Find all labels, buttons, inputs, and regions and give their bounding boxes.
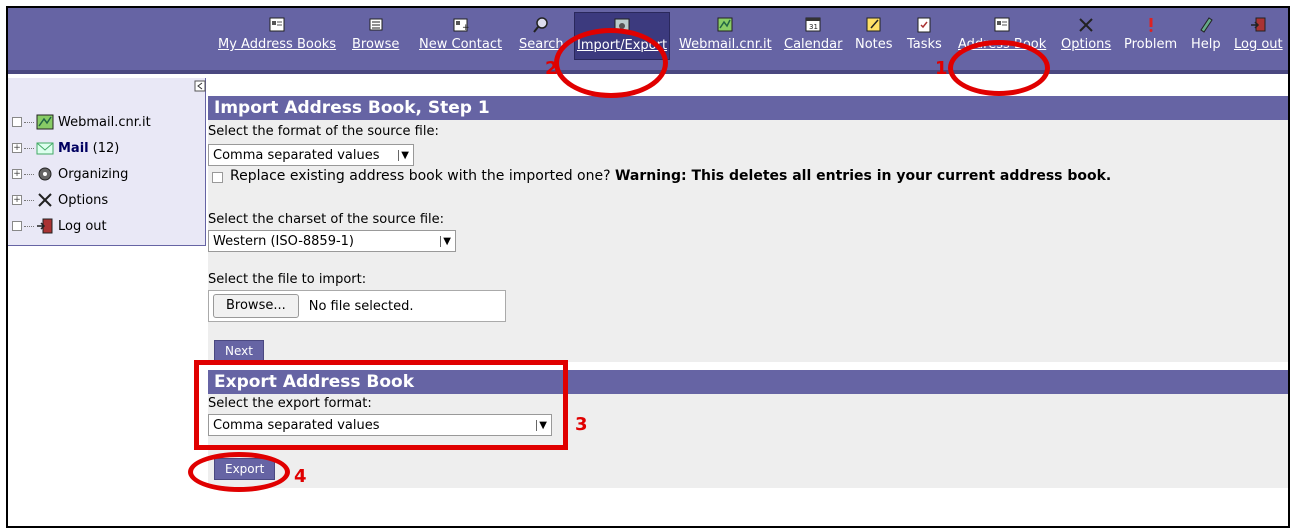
toolbar-help[interactable]: Help bbox=[1191, 16, 1221, 52]
sidebar-item-label: Webmail.cnr.it bbox=[58, 114, 151, 130]
collapse-sidebar-icon[interactable] bbox=[194, 80, 206, 92]
tree-expander[interactable]: + bbox=[12, 143, 22, 153]
tree-expander[interactable]: + bbox=[12, 169, 22, 179]
charset-label: Select the charset of the source file: bbox=[208, 212, 445, 227]
annotation-number-3: 3 bbox=[575, 414, 588, 435]
browse-icon bbox=[369, 18, 383, 31]
browse-button[interactable]: Browse... bbox=[213, 294, 299, 318]
search-icon bbox=[533, 17, 549, 33]
new-contact-icon: + bbox=[453, 18, 470, 33]
annotation-ellipse-export-button bbox=[188, 452, 290, 492]
annotation-number-1: 1 bbox=[935, 58, 948, 79]
import-title: Import Address Book, Step 1 bbox=[208, 96, 1288, 120]
toolbar-options[interactable]: Options bbox=[1061, 16, 1111, 52]
file-label: Select the file to import: bbox=[208, 272, 367, 287]
webmail-icon bbox=[36, 114, 54, 130]
dropdown-arrow-icon: ▼ bbox=[440, 235, 451, 247]
svg-text:+: + bbox=[462, 23, 470, 33]
tree-expander bbox=[12, 221, 22, 231]
toolbar-label: Notes bbox=[855, 37, 893, 52]
problem-icon bbox=[1149, 18, 1153, 32]
import-section: Import Address Book, Step 1 Select the f… bbox=[208, 96, 1288, 362]
toolbar-notes[interactable]: Notes bbox=[855, 16, 893, 52]
toolbar-label: Log out bbox=[1234, 37, 1283, 52]
toolbar-search[interactable]: Search bbox=[519, 16, 564, 52]
replace-warning: Warning: This deletes all entries in you… bbox=[614, 168, 1112, 184]
sidebar-item-log-out[interactable]: Log out bbox=[12, 216, 107, 236]
select-value: Western (ISO-8859-1) bbox=[213, 233, 355, 249]
replace-checkbox[interactable] bbox=[212, 172, 223, 183]
toolbar-tasks[interactable]: Tasks bbox=[907, 16, 942, 52]
format-label: Select the format of the source file: bbox=[208, 124, 439, 139]
toolbar-label: Help bbox=[1191, 37, 1221, 52]
options-icon bbox=[1079, 18, 1093, 32]
toolbar-problem[interactable]: Problem bbox=[1124, 16, 1177, 52]
toolbar-new-contact[interactable]: + New Contact bbox=[419, 16, 502, 52]
sidebar-item-mail[interactable]: + Mail (12) bbox=[12, 138, 119, 158]
svg-text:31: 31 bbox=[809, 23, 818, 31]
organizing-icon bbox=[38, 167, 52, 181]
toolbar-label: Problem bbox=[1124, 37, 1178, 52]
sidebar-item-label: Log out bbox=[58, 218, 107, 234]
webmail-icon bbox=[717, 17, 733, 32]
replace-label-line: Replace existing address book with the i… bbox=[230, 168, 1111, 184]
help-icon bbox=[1200, 17, 1213, 33]
annotation-number-2: 2 bbox=[545, 58, 558, 79]
annotation-ellipse-import-export bbox=[554, 28, 668, 98]
next-button[interactable]: Next bbox=[214, 340, 264, 362]
tasks-icon bbox=[917, 17, 931, 33]
toolbar-webmail[interactable]: Webmail.cnr.it bbox=[679, 16, 772, 52]
toolbar-label: Calendar bbox=[784, 37, 843, 52]
options-icon bbox=[38, 193, 52, 207]
toolbar-browse[interactable]: Browse bbox=[352, 16, 399, 52]
calendar-icon: 31 bbox=[805, 17, 821, 32]
logout-icon bbox=[1251, 17, 1266, 32]
sidebar-item-options[interactable]: + Options bbox=[12, 190, 108, 210]
toolbar-my-address-books[interactable]: My Address Books bbox=[218, 16, 336, 52]
charset-select[interactable]: Western (ISO-8859-1) ▼ bbox=[208, 230, 456, 252]
dropdown-arrow-icon: ▼ bbox=[398, 149, 409, 161]
annotation-number-4: 4 bbox=[294, 466, 307, 487]
sidebar-item-organizing[interactable]: + Organizing bbox=[12, 164, 128, 184]
toolbar-log-out[interactable]: Log out bbox=[1234, 16, 1283, 52]
sidebar-item-label: Options bbox=[58, 192, 109, 208]
file-input[interactable]: Browse... No file selected. bbox=[208, 290, 506, 322]
tree-expander bbox=[12, 117, 22, 127]
file-status: No file selected. bbox=[308, 298, 414, 314]
select-value: Comma separated values bbox=[213, 147, 380, 163]
annotation-ellipse-address-book bbox=[948, 40, 1050, 96]
toolbar-label: New Contact bbox=[419, 37, 503, 52]
tree-expander[interactable]: + bbox=[12, 195, 22, 205]
notes-icon bbox=[866, 17, 881, 32]
address-book-icon bbox=[994, 17, 1010, 32]
toolbar-label: Webmail.cnr.it bbox=[679, 37, 772, 52]
sidebar-item-label: Mail bbox=[58, 140, 89, 156]
address-book-icon bbox=[269, 17, 285, 32]
toolbar-label: Browse bbox=[352, 37, 400, 52]
logout-icon bbox=[37, 218, 53, 234]
sidebar-item-label: Organizing bbox=[58, 166, 129, 182]
mail-icon bbox=[36, 142, 54, 155]
unread-count: (12) bbox=[92, 140, 120, 156]
toolbar-label: Options bbox=[1061, 37, 1112, 52]
sidebar: Webmail.cnr.it + Mail (12) + Organizing … bbox=[8, 78, 206, 246]
sidebar-item-webmail[interactable]: Webmail.cnr.it bbox=[12, 112, 151, 132]
replace-label: Replace existing address book with the i… bbox=[230, 168, 611, 184]
toolbar-calendar[interactable]: 31 Calendar bbox=[784, 16, 842, 52]
annotation-box-export bbox=[194, 360, 568, 450]
import-format-select[interactable]: Comma separated values ▼ bbox=[208, 144, 414, 166]
toolbar-label: Tasks bbox=[907, 37, 942, 52]
toolbar-label: My Address Books bbox=[218, 37, 337, 52]
